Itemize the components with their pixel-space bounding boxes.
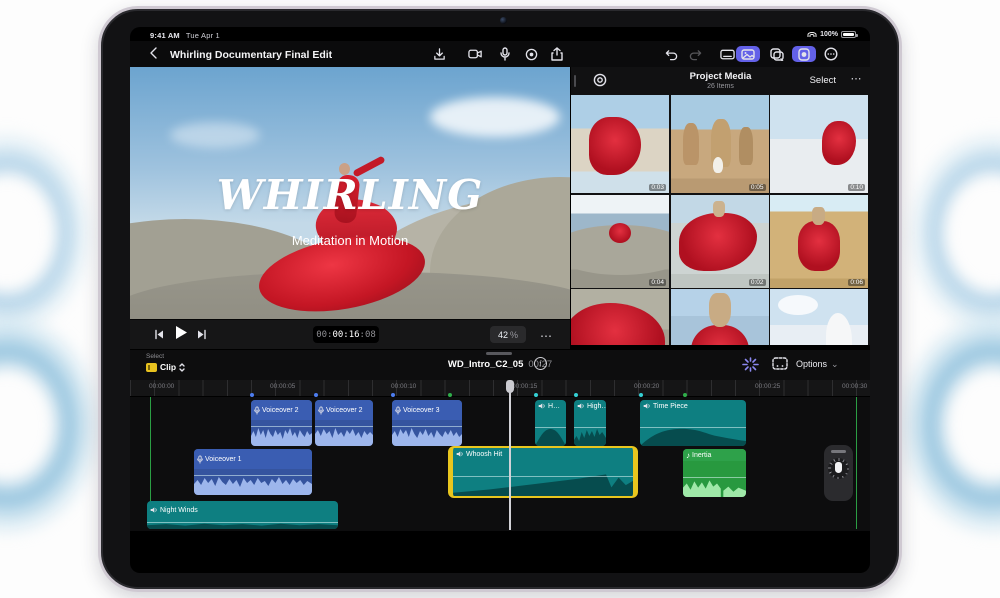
marketing-page: 9:41 AM Tue Apr 1 100% Whirling Documenta… [0,0,1000,598]
snapping-icon[interactable] [742,357,759,377]
media-thumbnail[interactable]: 0:03 [571,95,669,193]
date: Tue Apr 1 [185,31,220,40]
ipad-device: 9:41 AM Tue Apr 1 100% Whirling Documenta… [98,6,902,592]
clip-skimmer-icon[interactable] [772,357,788,375]
undo-icon[interactable] [662,46,680,62]
ruler-label: 00:00:20 [634,383,660,390]
timeline-clip[interactable]: Time Piece [640,400,746,446]
timeline-clip[interactable]: Night Winds [147,501,338,529]
timeline-clip[interactable]: Voiceover 3 [392,400,462,446]
transport-bar: 00: 00:16:08 42% ⋯ [130,319,570,349]
media-more-icon[interactable]: ⋯ [851,72,863,85]
battery-icon [841,30,858,38]
ruler-label: 00:00:10 [391,383,417,390]
ruler-label: 00:00:05 [270,383,296,390]
timeline-ruler[interactable]: 00:00:00 00:00:05 00:00:10 00:00:15 00:0… [130,380,870,397]
battery-percent: 100% [820,30,838,38]
info-icon[interactable]: i [534,357,547,370]
zoom-level-control[interactable]: 42% [490,326,526,343]
import-icon[interactable] [430,46,448,62]
selected-clip-name: WD_Intro_C2_05 [447,359,524,370]
media-thumbnail[interactable] [670,289,769,345]
media-thumbnail[interactable]: 0:04 [571,194,669,288]
viewer[interactable]: WHIRLING Meditation in Motion [130,67,570,319]
jog-wheel-handle[interactable] [831,450,846,453]
ruler-label: 00:00:00 [149,383,175,390]
viewer-more-icon[interactable]: ⋯ [540,329,553,343]
selected-clip-info: WD_Intro_C2_05 00:27 [130,359,870,370]
ruler-label: 00:00:30 [842,383,868,390]
media-thumbnail[interactable]: 0:06 [770,194,868,288]
decorative-arc [888,300,1000,550]
media-grid: 0:03 0:05 0:10 0:04 0:02 0:06 [571,95,870,345]
video-title-overlay: WHIRLING [216,171,484,219]
options-button[interactable]: Options ⌄ [796,359,839,370]
media-thumbnail[interactable]: 0:10 [770,95,868,193]
timeline-clip[interactable]: Voiceover 2 [315,400,373,446]
timeline-clip[interactable]: Voiceover 1 [194,449,312,495]
timeline-clip[interactable]: High… [574,400,606,446]
decorative-arc [0,300,112,550]
media-thumbnail[interactable]: 0:02 [670,194,769,288]
media-thumbnail[interactable] [770,289,868,345]
skip-forward-icon[interactable] [196,327,207,345]
status-bar: 9:41 AM Tue Apr 1 100% [130,27,870,75]
jog-wheel[interactable] [824,445,853,501]
skip-back-icon[interactable] [154,327,165,345]
clock: 9:41 AM [150,31,180,40]
more-icon[interactable] [822,46,840,62]
timeline-clip-selected[interactable]: Whoosh Hit [448,446,638,498]
record-icon[interactable] [522,46,540,62]
timeline-clips-area[interactable]: Voiceover 2 Voiceover 2 Voiceover 3 H… H… [130,380,870,531]
video-subtitle-overlay: Meditation in Motion [291,233,409,248]
media-thumbnail[interactable] [571,289,669,345]
timeline-panel: Select Clip WD_Intro_C2_05 00:27 i Optio… [130,349,870,531]
effects-icon[interactable] [768,46,786,62]
media-browser-icon[interactable] [736,46,760,62]
mic-icon[interactable] [496,46,514,62]
cloud [430,97,560,137]
timeline-clip[interactable]: H… [535,400,566,446]
timecode-display[interactable]: 00: 00:16:08 [313,326,379,343]
back-button[interactable] [148,46,158,65]
select-button[interactable]: Select [810,75,836,86]
jog-wheel-dial[interactable] [828,458,849,479]
final-cut-pro-screen: 9:41 AM Tue Apr 1 100% Whirling Documenta… [130,27,870,573]
playhead[interactable] [506,380,514,530]
timeline-header: Select Clip WD_Intro_C2_05 00:27 i Optio… [130,350,870,380]
top-toolbar: Whirling Documentary Final Edit [130,41,870,67]
play-button[interactable] [174,325,188,345]
ruler-label: 00:00:25 [755,383,781,390]
timeline-clip[interactable]: Voiceover 2 [251,400,312,446]
camera-icon[interactable] [466,46,484,62]
timeline-clip[interactable]: ♪ Inertia [683,449,746,497]
media-thumbnail[interactable]: 0:05 [670,95,769,193]
ruler-label: 00:00:15 [512,383,538,390]
front-camera [500,17,507,24]
jog-wheel-toggle-icon[interactable] [792,46,816,62]
range-end-marker [856,397,857,529]
share-icon[interactable] [548,46,566,62]
keyboard-icon[interactable] [718,46,736,62]
media-panel-header: Project Media 26 Items Select ⋯ [571,67,870,95]
redo-icon[interactable] [686,46,704,62]
project-media-panel: Project Media 26 Items Select ⋯ 0:03 0:0… [571,67,870,345]
cloud [170,122,260,148]
wifi-icon [807,30,817,75]
project-title: Whirling Documentary Final Edit [170,49,333,61]
